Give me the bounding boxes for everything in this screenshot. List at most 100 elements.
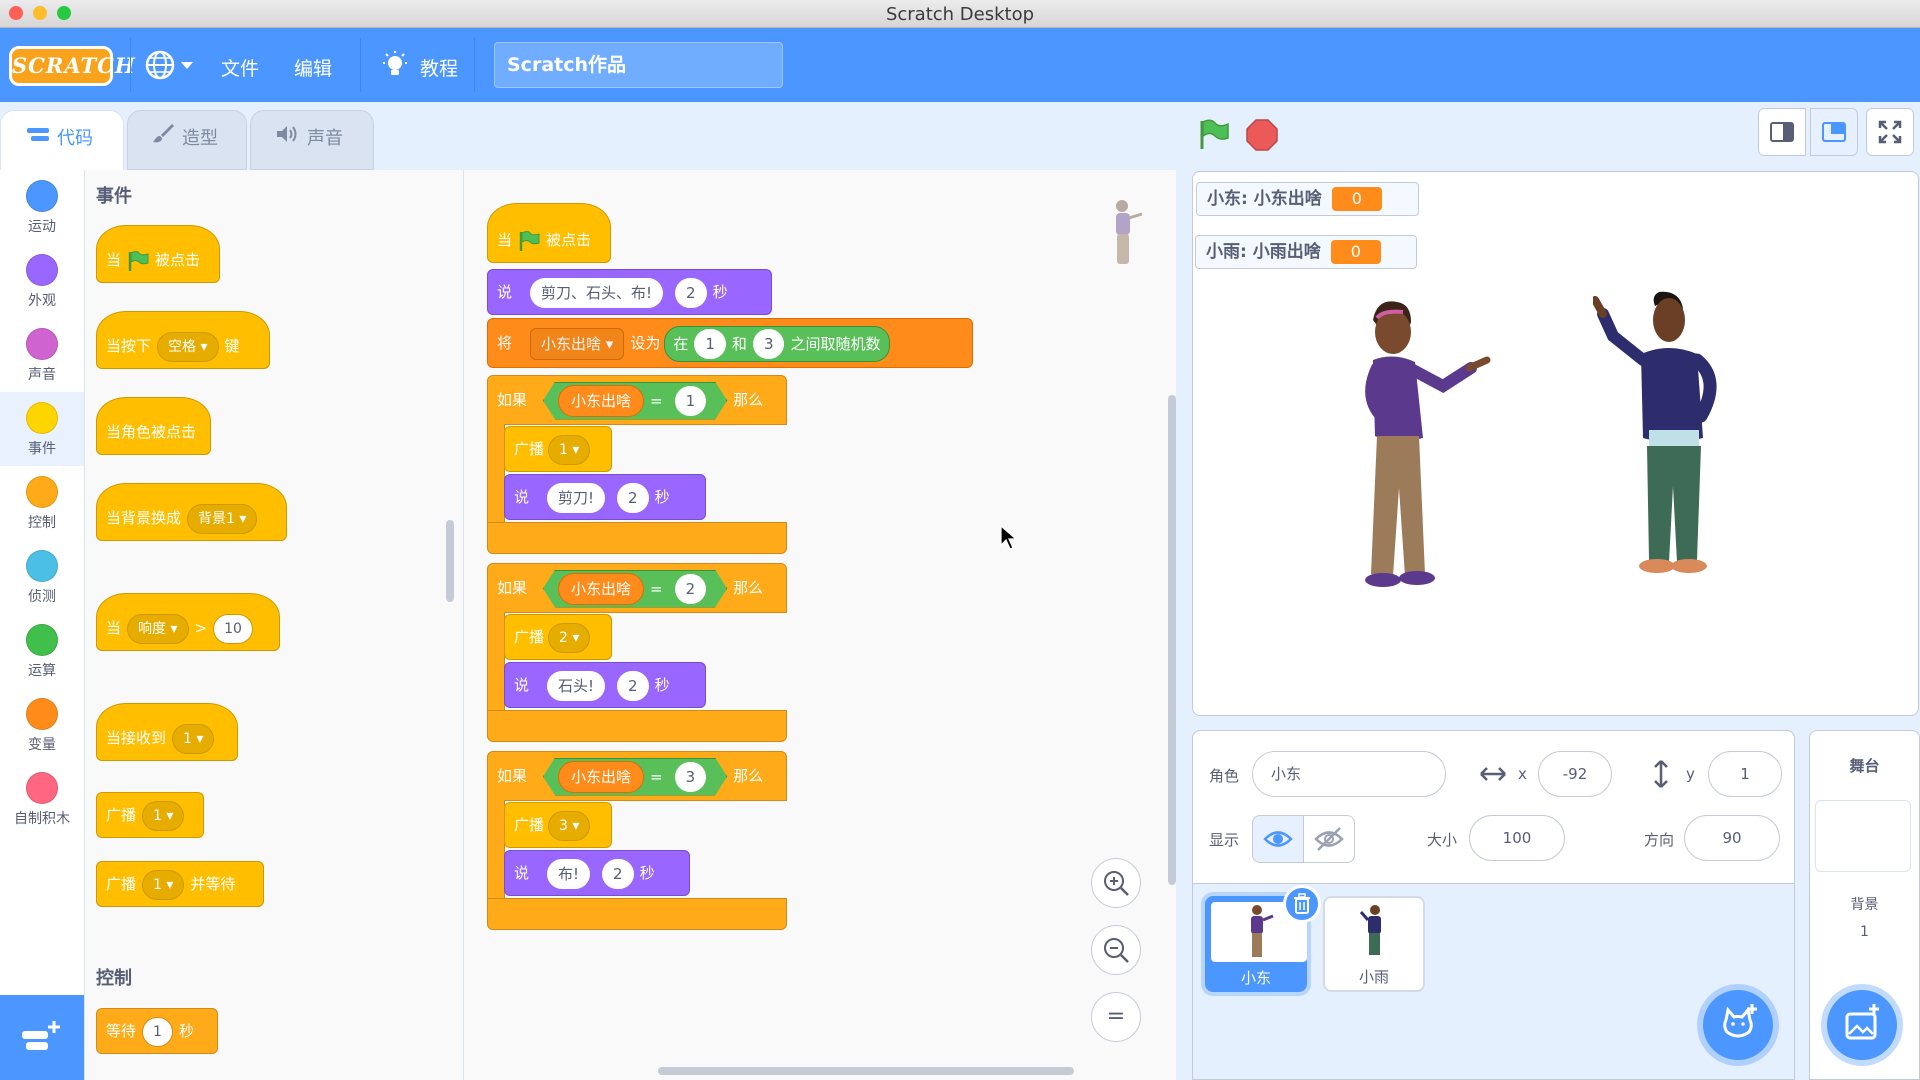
stop-button[interactable] bbox=[1246, 119, 1278, 155]
random-operator[interactable]: 在 1 和 3 之间取随机数 bbox=[664, 325, 890, 362]
compare-value-input[interactable]: 1 bbox=[675, 386, 707, 416]
say-secs-input[interactable]: 2 bbox=[617, 670, 649, 701]
category-variables[interactable]: 变量 bbox=[0, 698, 84, 768]
category-operators[interactable]: 运算 bbox=[0, 624, 84, 694]
sprite-tile[interactable]: 小雨 bbox=[1323, 896, 1425, 992]
message-dropdown[interactable]: 1 ▾ bbox=[172, 723, 215, 754]
category-events[interactable]: 事件 bbox=[0, 392, 84, 466]
script-broadcast[interactable]: 广播 3 ▾ bbox=[504, 802, 612, 848]
script-broadcast[interactable]: 广播 1 ▾ bbox=[504, 426, 612, 472]
sprite-boy-figure[interactable] bbox=[1591, 290, 1733, 584]
message-dropdown[interactable]: 1 ▾ bbox=[142, 800, 185, 831]
show-sprite-button[interactable] bbox=[1252, 815, 1304, 863]
sprite-girl-figure[interactable] bbox=[1353, 298, 1493, 592]
variable-dropdown[interactable]: 小东出啥 ▾ bbox=[530, 327, 625, 360]
say-text-input[interactable]: 石头! bbox=[547, 670, 606, 701]
variable-monitor[interactable]: 小雨: 小雨出啥 0 bbox=[1195, 235, 1417, 269]
say-text-input[interactable]: 剪刀、石头、布! bbox=[530, 277, 664, 308]
variable-reporter[interactable]: 小东出啥 bbox=[558, 573, 644, 605]
tab-sounds[interactable]: 声音 bbox=[250, 110, 374, 170]
wait-value-input[interactable]: 1 bbox=[142, 1016, 173, 1047]
x-position-input[interactable]: -92 bbox=[1538, 751, 1612, 797]
green-flag-button[interactable] bbox=[1198, 119, 1230, 155]
equals-operator[interactable]: 小东出啥 = 2 bbox=[543, 570, 727, 608]
say-secs-input[interactable]: 2 bbox=[602, 858, 634, 889]
choose-backdrop-button[interactable] bbox=[1827, 990, 1897, 1060]
fullscreen-button[interactable] bbox=[1866, 108, 1914, 156]
hide-sprite-button[interactable] bbox=[1303, 815, 1355, 863]
green-flag-icon bbox=[128, 250, 149, 271]
equals-operator[interactable]: 小东出啥 = 1 bbox=[543, 382, 727, 420]
loudness-value-input[interactable]: 10 bbox=[213, 613, 253, 644]
say-secs-input[interactable]: 2 bbox=[617, 482, 649, 513]
message-dropdown[interactable]: 2 ▾ bbox=[548, 622, 591, 653]
key-dropdown[interactable]: 空格 ▾ bbox=[157, 331, 219, 362]
script-if-then[interactable]: 如果 小东出啥 = 1 那么 bbox=[487, 375, 787, 425]
backdrop-dropdown[interactable]: 背景1 ▾ bbox=[187, 503, 258, 534]
file-menu[interactable]: 文件 bbox=[221, 54, 259, 81]
random-to-input[interactable]: 3 bbox=[752, 329, 785, 359]
say-text-input[interactable]: 剪刀! bbox=[547, 482, 606, 513]
palette-block-when-receive[interactable]: 当接收到 1 ▾ bbox=[96, 703, 238, 761]
language-menu[interactable] bbox=[145, 50, 195, 84]
variable-reporter[interactable]: 小东出啥 bbox=[558, 761, 644, 793]
palette-block-when-backdrop-switches[interactable]: 当背景换成 背景1 ▾ bbox=[96, 483, 287, 541]
script-broadcast[interactable]: 广播 2 ▾ bbox=[504, 614, 612, 660]
script-say-for-secs[interactable]: 说石头! 2 秒 bbox=[504, 662, 706, 708]
equals-operator[interactable]: 小东出啥 = 3 bbox=[543, 758, 727, 796]
category-my-blocks[interactable]: 自制积木 bbox=[0, 772, 84, 842]
script-if-then[interactable]: 如果 小东出啥 = 3 那么 bbox=[487, 751, 787, 801]
script-say-for-secs[interactable]: 说布! 2 秒 bbox=[504, 850, 690, 896]
say-text-input[interactable]: 布! bbox=[547, 858, 591, 889]
project-title-input[interactable]: Scratch作品 bbox=[494, 42, 783, 88]
category-sensing[interactable]: 侦测 bbox=[0, 550, 84, 620]
direction-input[interactable]: 90 bbox=[1684, 815, 1780, 861]
tab-costumes[interactable]: 造型 bbox=[127, 110, 247, 170]
palette-block-wait[interactable]: 等待 1 秒 bbox=[96, 1008, 218, 1054]
category-sound[interactable]: 声音 bbox=[0, 328, 84, 398]
sprite-name-input[interactable]: 小东 bbox=[1252, 751, 1446, 797]
size-input[interactable]: 100 bbox=[1469, 815, 1565, 861]
random-from-input[interactable]: 1 bbox=[694, 329, 726, 359]
category-motion[interactable]: 运动 bbox=[0, 180, 84, 250]
script-if-then[interactable]: 如果 小东出啥 = 2 那么 bbox=[487, 563, 787, 613]
small-stage-button[interactable] bbox=[1758, 108, 1806, 156]
palette-scrollbar[interactable] bbox=[446, 520, 454, 602]
y-position-input[interactable]: 1 bbox=[1708, 751, 1782, 797]
message-dropdown[interactable]: 3 ▾ bbox=[548, 810, 591, 841]
zoom-out-button[interactable] bbox=[1091, 925, 1141, 975]
script-say-for-secs[interactable]: 说剪刀! 2 秒 bbox=[504, 474, 706, 520]
variable-reporter[interactable]: 小东出啥 bbox=[558, 385, 644, 417]
palette-block-broadcast-and-wait[interactable]: 广播 1 ▾ 并等待 bbox=[96, 861, 264, 907]
palette-block-broadcast[interactable]: 广播 1 ▾ bbox=[96, 792, 204, 838]
loudness-dropdown[interactable]: 响度 ▾ bbox=[127, 613, 189, 644]
script-when-flag-clicked[interactable]: 当 被点击 bbox=[487, 203, 611, 263]
variable-monitor[interactable]: 小东: 小东出啥 0 bbox=[1196, 182, 1419, 216]
add-extension-button[interactable] bbox=[0, 995, 84, 1080]
stage-canvas[interactable]: 小东: 小东出啥 0 小雨: 小雨出啥 0 bbox=[1192, 171, 1919, 716]
script-set-variable[interactable]: 将小东出啥 ▾ 设为在 1 和 3 之间取随机数 bbox=[487, 318, 973, 368]
palette-block-when-key-pressed[interactable]: 当按下 空格 ▾ 键 bbox=[96, 311, 270, 369]
category-control[interactable]: 控制 bbox=[0, 476, 84, 546]
zoom-reset-button[interactable]: = bbox=[1091, 992, 1141, 1042]
message-dropdown[interactable]: 1 ▾ bbox=[142, 869, 185, 900]
palette-block-when-loudness[interactable]: 当响度 ▾ >10 bbox=[96, 593, 280, 651]
delete-sprite-button[interactable] bbox=[1283, 885, 1321, 923]
choose-sprite-button[interactable] bbox=[1703, 990, 1773, 1060]
script-say-for-secs[interactable]: 说剪刀、石头、布! 2 秒 bbox=[487, 269, 772, 315]
palette-block-when-flag-clicked[interactable]: 当 被点击 bbox=[96, 225, 220, 283]
workspace-horizontal-scrollbar[interactable] bbox=[658, 1067, 1074, 1075]
message-dropdown[interactable]: 1 ▾ bbox=[548, 434, 591, 465]
edit-menu[interactable]: 编辑 bbox=[294, 54, 332, 81]
tutorials-menu[interactable]: 教程 bbox=[380, 50, 458, 84]
zoom-in-button[interactable] bbox=[1091, 858, 1141, 908]
tab-code[interactable]: 代码 bbox=[0, 110, 124, 170]
category-looks[interactable]: 外观 bbox=[0, 254, 84, 324]
workspace-vertical-scrollbar[interactable] bbox=[1168, 395, 1176, 885]
compare-value-input[interactable]: 2 bbox=[675, 574, 707, 604]
normal-stage-button[interactable] bbox=[1810, 108, 1858, 156]
scratch-logo[interactable]: SCRATCH bbox=[9, 46, 135, 86]
palette-block-when-sprite-clicked[interactable]: 当角色被点击 bbox=[96, 397, 211, 455]
say-secs-input[interactable]: 2 bbox=[675, 277, 707, 308]
compare-value-input[interactable]: 3 bbox=[675, 762, 707, 792]
